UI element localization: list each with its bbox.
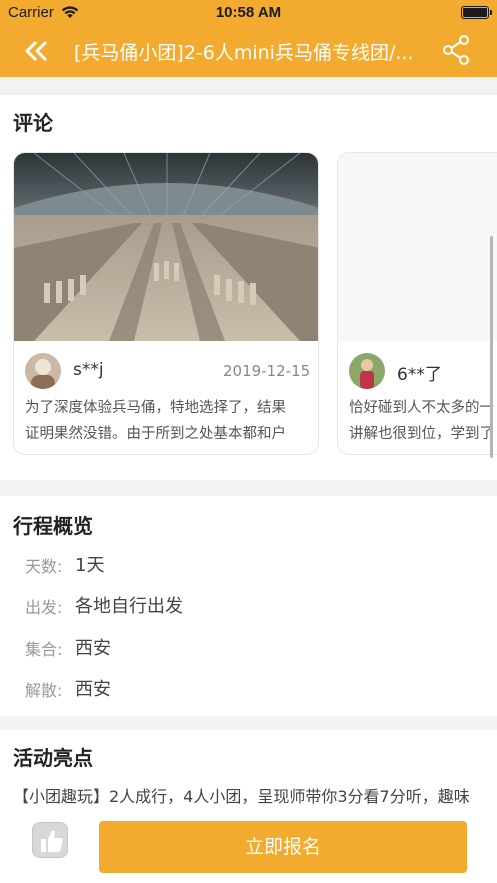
review-card[interactable]: s**j 2019-12-15 为了深度体验兵马俑，特地选择了，结果 证明果然没… <box>13 152 319 455</box>
app-screen: Carrier 10:58 AM [兵马俑小团]2-6人mini兵马俑专线团/.… <box>0 0 497 883</box>
review-photo <box>338 153 497 341</box>
scrollbar[interactable] <box>490 236 493 458</box>
itinerary-title: 行程概览 <box>13 514 93 538</box>
nav-bar: [兵马俑小团]2-6人mini兵马俑专线团/... <box>0 24 497 77</box>
row-label: 集合: <box>25 640 63 659</box>
bottom-bar: 立即报名 <box>0 808 497 883</box>
avatar <box>25 353 61 389</box>
status-bar: Carrier 10:58 AM <box>0 0 497 24</box>
review-text-line: 证明果然没错。由于所到之处基本都和户 <box>25 426 286 442</box>
row-value: 西安 <box>75 679 111 700</box>
reviews-title: 评论 <box>13 111 53 135</box>
page-title: [兵马俑小团]2-6人mini兵马俑专线团/... <box>74 42 414 64</box>
status-time: 10:58 AM <box>215 4 282 21</box>
battery-icon <box>461 6 492 19</box>
row-value: 各地自行出发 <box>75 596 183 617</box>
highlights-title: 活动亮点 <box>13 746 93 770</box>
review-text-line: 恰好碰到人不太多的一 <box>349 400 494 416</box>
row-value: 1天 <box>75 555 105 576</box>
signup-button[interactable]: 立即报名 <box>99 821 467 873</box>
review-text-line: 讲解也很到位，学到了 <box>349 426 494 442</box>
review-card[interactable]: 6**了 恰好碰到人不太多的一 讲解也很到位，学到了 <box>337 152 497 455</box>
back-arrow-icon[interactable] <box>22 38 56 64</box>
review-text-line: 为了深度体验兵马俑，特地选择了，结果 <box>25 400 286 416</box>
highlights-text: 【小团趣玩】2人成行，4人小团，呈现师带你3分看7分听，趣味 <box>13 787 470 806</box>
avatar <box>349 353 385 389</box>
review-username: s**j <box>73 360 104 380</box>
row-label: 天数: <box>25 557 63 576</box>
header: Carrier 10:58 AM [兵马俑小团]2-6人mini兵马俑专线团/.… <box>0 0 497 77</box>
review-photo <box>14 153 318 341</box>
review-date: 2019-12-15 <box>223 362 311 380</box>
row-value: 西安 <box>75 638 111 659</box>
share-icon[interactable] <box>441 34 473 66</box>
row-label: 解散: <box>25 681 63 700</box>
review-username: 6**了 <box>397 365 442 385</box>
row-label: 出发: <box>25 598 63 617</box>
thumbs-up-icon[interactable] <box>32 822 68 858</box>
